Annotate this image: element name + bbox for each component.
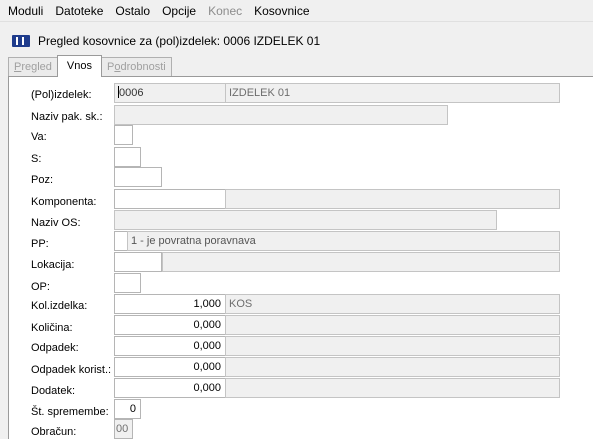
lokacija-name-field	[162, 252, 560, 272]
menu-datoteke[interactable]: Datoteke	[49, 0, 109, 22]
odpadek-korist-label: Odpadek korist.:	[31, 364, 112, 376]
menu-kosovnice[interactable]: Kosovnice	[248, 0, 315, 22]
tab-vnos[interactable]: Vnos	[56, 55, 102, 77]
menu-konec[interactable]: Konec	[202, 0, 248, 22]
kol-izdelka-label: Kol.izdelka:	[31, 300, 88, 312]
polizdelek-label: (Pol)izdelek:	[31, 89, 92, 101]
menu-moduli[interactable]: Moduli	[0, 0, 49, 22]
kolicina-unit-field	[225, 315, 560, 335]
kolicina-input[interactable]: 0,000	[114, 315, 226, 335]
odpadek-input[interactable]: 0,000	[114, 336, 226, 356]
menu-bar: Moduli Datoteke Ostalo Opcije Konec Koso…	[0, 0, 593, 22]
pp-name-field: 1 - je povratna poravnava	[127, 231, 560, 251]
dodatek-input[interactable]: 0,000	[114, 378, 226, 398]
lokacija-label: Lokacija:	[31, 259, 75, 271]
naziv-os-field	[114, 210, 497, 230]
polizdelek-code: 0006	[119, 87, 144, 99]
tab-vnos-label: Vnos	[66, 60, 92, 72]
st-spremembe-label: Št. spremembe:	[31, 406, 109, 418]
s-input[interactable]	[114, 147, 141, 167]
tab-pregled-label: regled	[21, 61, 52, 73]
vnos-panel: (Pol)izdelek: 0006 IZDELEK 01 Naziv pak.…	[8, 76, 593, 439]
op-input[interactable]	[114, 273, 141, 293]
pp-label: PP:	[31, 238, 49, 250]
obracun-label: Obračun:	[31, 426, 77, 438]
dodatek-unit-field	[225, 378, 560, 398]
pp-code-input[interactable]	[114, 231, 128, 251]
komponenta-label: Komponenta:	[31, 196, 97, 208]
komponenta-code-input[interactable]	[114, 189, 226, 209]
menu-opcije[interactable]: Opcije	[156, 0, 202, 22]
tab-podrobnosti-label: drobnosti	[120, 61, 166, 73]
menu-ostalo[interactable]: Ostalo	[109, 0, 156, 22]
kol-izdelka-input[interactable]: 1,000	[114, 294, 226, 314]
va-input[interactable]	[114, 125, 133, 145]
odpadek-korist-input[interactable]: 0,000	[114, 357, 226, 377]
va-label: Va:	[31, 131, 47, 143]
kolicina-label: Količina:	[31, 322, 73, 334]
s-label: S:	[31, 153, 42, 165]
tab-podrobnosti[interactable]: Podrobnosti	[101, 57, 172, 77]
naziv-pak-label: Naziv pak. sk.:	[31, 111, 103, 123]
naziv-pak-field	[114, 105, 448, 125]
tab-pregled[interactable]: Pregled	[8, 57, 58, 77]
obracun-field: 00	[114, 419, 133, 439]
naziv-os-label: Naziv OS:	[31, 217, 81, 229]
polizdelek-name-field: IZDELEK 01	[225, 83, 560, 103]
lokacija-code-input[interactable]	[114, 252, 162, 272]
app-logo-icon	[12, 35, 30, 47]
odpadek-label: Odpadek:	[31, 342, 79, 354]
window-title: Pregled kosovnice za (pol)izdelek: 0006 …	[38, 34, 321, 48]
odpadek-unit-field	[225, 336, 560, 356]
poz-input[interactable]	[114, 167, 162, 187]
polizdelek-code-field[interactable]: 0006	[114, 83, 226, 103]
st-spremembe-input[interactable]: 0	[114, 399, 141, 419]
window-titlebar: Pregled kosovnice za (pol)izdelek: 0006 …	[0, 29, 593, 53]
dodatek-label: Dodatek:	[31, 385, 76, 397]
tab-strip: Pregled Vnos Podrobnosti	[8, 55, 172, 77]
poz-label: Poz:	[31, 174, 54, 186]
kol-izdelka-unit-field: KOS	[225, 294, 560, 314]
komponenta-name-field	[225, 189, 560, 209]
odpadek-korist-unit-field	[225, 357, 560, 377]
op-label: OP:	[31, 281, 50, 293]
